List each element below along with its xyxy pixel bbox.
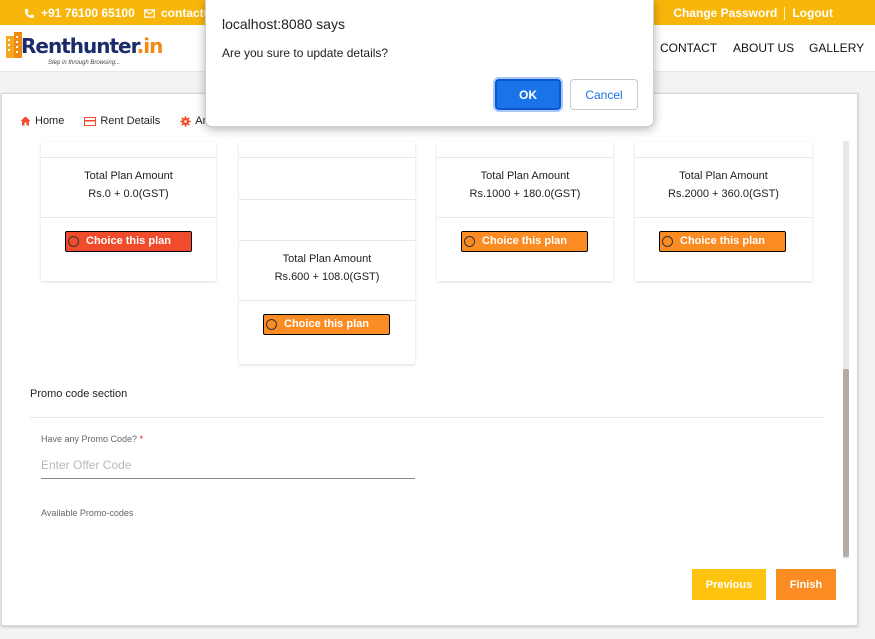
breadcrumb-home-label: Home <box>35 115 65 127</box>
topbar-separator <box>784 6 786 20</box>
envelope-icon <box>144 8 155 18</box>
plan-card-basic: Total Plan Amount Rs.600 + 108.0(GST) Ch… <box>239 142 415 364</box>
plan-divider <box>437 157 613 158</box>
plan-divider <box>635 217 812 218</box>
email-contact[interactable]: contactu <box>144 6 211 20</box>
choose-plan-button[interactable]: Choice this plan <box>65 231 192 252</box>
promo-divider <box>30 417 824 418</box>
gear-icon <box>180 115 191 127</box>
scrollbar-thumb[interactable] <box>843 369 849 557</box>
promo-code-label: Have any Promo Code? * <box>41 434 144 444</box>
choose-plan-button[interactable]: Choice this plan <box>263 314 390 335</box>
change-password-link[interactable]: Change Password <box>673 6 777 20</box>
choose-plan-label: Choice this plan <box>482 235 567 247</box>
plan-divider <box>239 300 415 301</box>
plan-card-free: Total Plan Amount Rs.0 + 0.0(GST) Choice… <box>41 142 216 281</box>
promo-code-input[interactable] <box>41 451 415 479</box>
plan-radio[interactable] <box>266 319 277 330</box>
breadcrumb: Home Rent Details Am <box>20 115 232 127</box>
plan-amount-label: Total Plan Amount <box>480 170 570 182</box>
plan-amount-value: Rs.1000 + 180.0(GST) <box>469 188 581 200</box>
choose-plan-label: Choice this plan <box>284 318 369 330</box>
previous-button[interactable]: Previous <box>692 569 766 600</box>
nav-gallery[interactable]: GALLERY <box>809 41 864 55</box>
email-address: contactu <box>161 6 212 20</box>
plan-divider <box>239 240 415 241</box>
finish-button[interactable]: Finish <box>776 569 836 600</box>
promo-section-title: Promo code section <box>30 388 128 400</box>
plan-divider <box>239 199 415 200</box>
choose-plan-button[interactable]: Choice this plan <box>461 231 588 252</box>
plan-selection-card: Home Rent Details Am Total Plan Amount R… <box>1 93 858 626</box>
logout-link[interactable]: Logout <box>792 6 833 20</box>
breadcrumb-rent-details[interactable]: Rent Details <box>84 115 160 127</box>
card-icon <box>84 116 97 126</box>
plan-card-standard: Total Plan Amount Rs.1000 + 180.0(GST) C… <box>437 142 613 281</box>
breadcrumb-home[interactable]: Home <box>20 115 64 127</box>
plan-divider <box>437 217 613 218</box>
plan-amount-label: Total Plan Amount <box>84 170 173 182</box>
breadcrumb-rent-details-label: Rent Details <box>100 115 161 127</box>
confirm-dialog: localhost:8080 says Are you sure to upda… <box>205 0 654 127</box>
plan-amount-value: Rs.0 + 0.0(GST) <box>88 188 169 200</box>
plan-divider <box>635 157 812 158</box>
phone-contact[interactable]: +91 76100 65100 <box>24 6 135 20</box>
choose-plan-label: Choice this plan <box>680 235 765 247</box>
cancel-button[interactable]: Cancel <box>570 79 638 110</box>
plan-amount-label: Total Plan Amount <box>679 170 768 182</box>
choose-plan-button[interactable]: Choice this plan <box>659 231 786 252</box>
plan-divider <box>239 157 415 158</box>
ok-button[interactable]: OK <box>495 79 561 110</box>
plan-divider <box>41 157 216 158</box>
plan-card-premium: Total Plan Amount Rs.2000 + 360.0(GST) C… <box>635 142 812 281</box>
logo-tagline: Step in through Browsing... <box>48 60 121 66</box>
scrollbar[interactable] <box>843 141 849 559</box>
plan-divider <box>41 217 216 218</box>
home-icon <box>20 116 31 126</box>
required-mark: * <box>139 434 144 444</box>
site-logo[interactable]: Renthunter.in Step in through Browsing..… <box>3 27 163 71</box>
choose-plan-label: Choice this plan <box>86 235 171 247</box>
phone-icon <box>24 8 35 18</box>
nav-about-us[interactable]: ABOUT US <box>733 41 794 55</box>
phone-number: +91 76100 65100 <box>41 6 135 20</box>
logo-text: Renthunter.in <box>21 34 163 58</box>
dialog-title: localhost:8080 says <box>222 16 345 32</box>
available-promo-codes-label: Available Promo-codes <box>41 508 134 518</box>
plan-radio[interactable] <box>662 236 673 247</box>
plan-amount-value: Rs.2000 + 360.0(GST) <box>668 188 779 200</box>
plan-amount-value: Rs.600 + 108.0(GST) <box>274 271 380 283</box>
nav-contact[interactable]: CONTACT <box>660 41 717 55</box>
dialog-message: Are you sure to update details? <box>222 46 389 60</box>
plan-radio[interactable] <box>68 236 79 247</box>
plan-radio[interactable] <box>464 236 475 247</box>
plan-amount-label: Total Plan Amount <box>282 253 372 265</box>
